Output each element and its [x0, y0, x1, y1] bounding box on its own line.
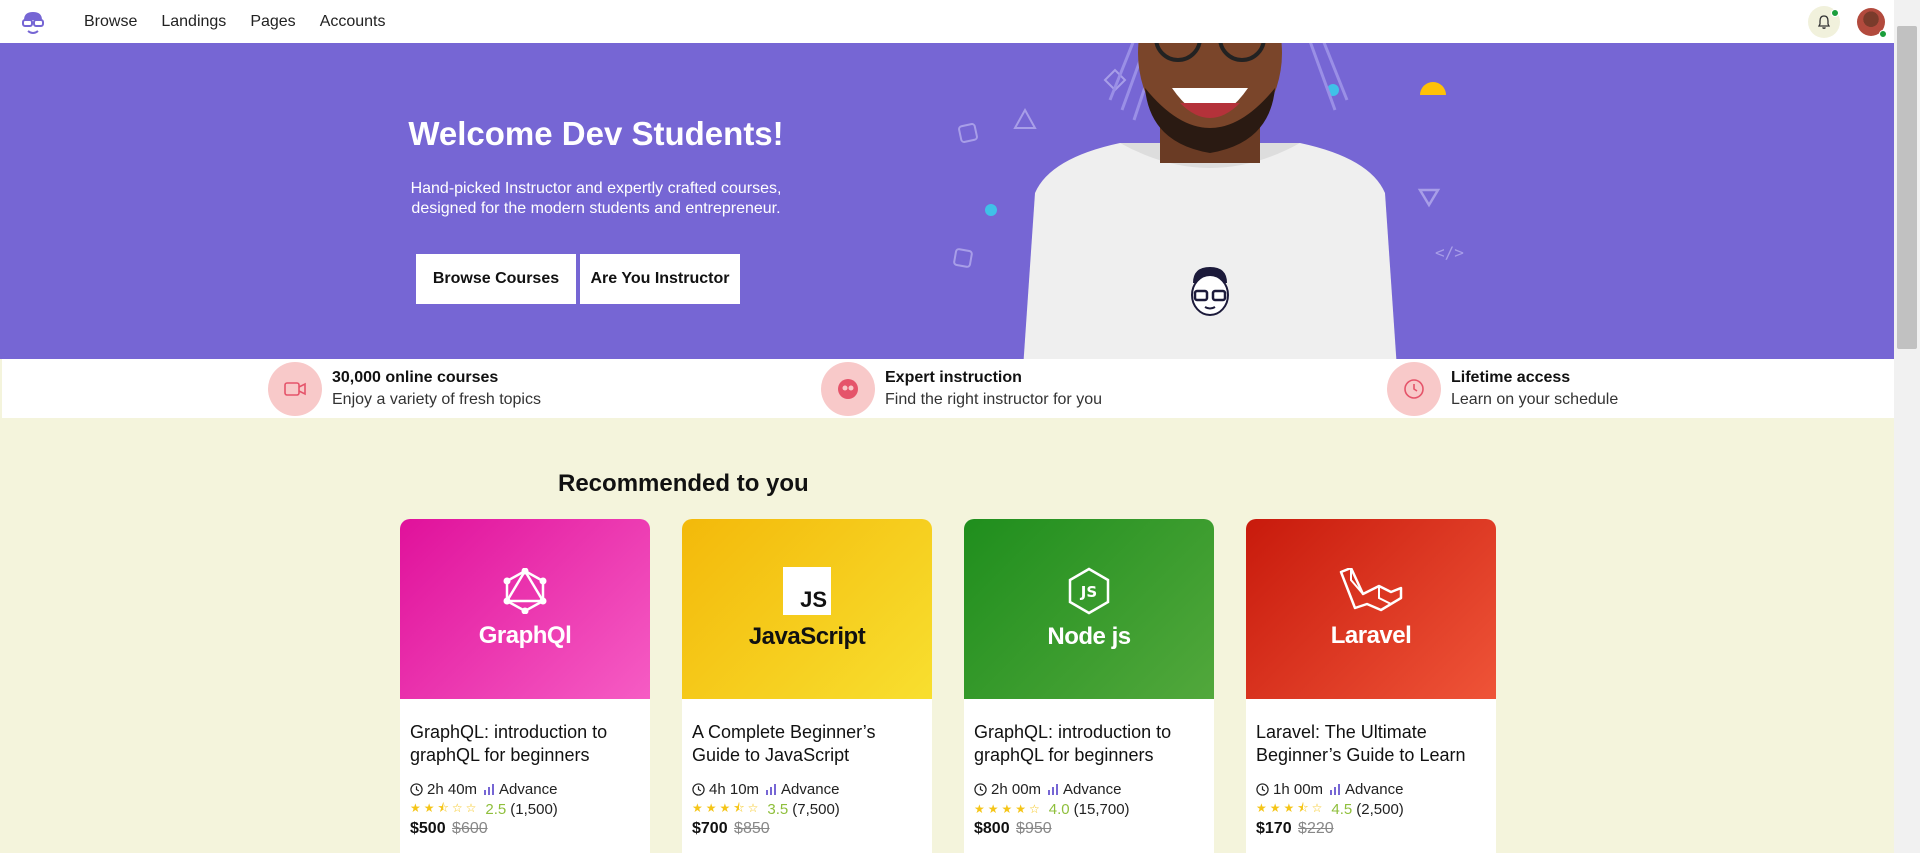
notification-button[interactable] [1808, 6, 1840, 38]
nav-browse[interactable]: Browse [84, 13, 137, 31]
svg-text:JS: JS [1080, 583, 1097, 601]
clock-icon [1256, 782, 1269, 796]
clock-icon [692, 782, 705, 796]
rating-count: (2,500) [1356, 800, 1404, 818]
rating-count: (1,500) [510, 800, 558, 818]
rating-count: (15,700) [1073, 800, 1130, 818]
course-logo-text: Node js [1047, 623, 1131, 650]
clock-icon [410, 782, 423, 796]
feature-item: Lifetime access Learn on your schedule [1387, 362, 1618, 416]
course-duration: 2h 00m [991, 780, 1042, 798]
online-status-dot [1879, 30, 1887, 38]
course-card[interactable]: GraphQl GraphQL: introduction to graphQL… [400, 519, 650, 853]
top-navbar: Browse Landings Pages Accounts [0, 0, 1894, 43]
hero-person-image [1023, 43, 1397, 359]
course-price: $500 [410, 820, 446, 837]
rating-stars: ★★★⯪☆ [692, 800, 762, 815]
users-icon [821, 362, 875, 416]
features-bar: 30,000 online courses Enjoy a variety of… [2, 359, 1894, 418]
course-level: Advance [1063, 780, 1122, 798]
rating-value: 2.5 [485, 800, 507, 818]
rating-count: (7,500) [792, 800, 840, 818]
logo-icon[interactable] [18, 8, 48, 38]
avatar[interactable] [1857, 8, 1887, 38]
feature-title: 30,000 online courses [332, 369, 499, 386]
course-old-price: $220 [1298, 820, 1334, 837]
feature-item: 30,000 online courses Enjoy a variety of… [268, 362, 541, 416]
feature-subtitle: Learn on your schedule [1451, 391, 1619, 408]
course-level: Advance [1345, 780, 1404, 798]
video-icon [268, 362, 322, 416]
course-old-price: $950 [1016, 820, 1052, 837]
rating-value: 3.5 [767, 800, 789, 818]
course-card-banner: JS Node js [964, 519, 1214, 699]
course-old-price: $850 [734, 820, 770, 837]
recommended-heading: Recommended to you [558, 470, 809, 497]
course-duration: 4h 10m [709, 780, 760, 798]
course-card[interactable]: JS JavaScript A Complete Beginner’s Guid… [682, 519, 932, 853]
course-title[interactable]: GraphQL: introduction to graphQL for beg… [974, 721, 1204, 771]
feature-item: Expert instruction Find the right instru… [821, 362, 1102, 416]
course-card[interactable]: Laravel Laravel: The Ultimate Beginner’s… [1246, 519, 1496, 853]
nav-landings[interactable]: Landings [161, 13, 226, 31]
course-card[interactable]: JS Node js GraphQL: introduction to grap… [964, 519, 1214, 853]
course-logo-text: Laravel [1330, 622, 1412, 649]
feature-subtitle: Find the right instructor for you [885, 391, 1102, 408]
graphql-logo-icon [503, 568, 547, 614]
browse-courses-button[interactable]: Browse Courses [416, 254, 576, 304]
course-card-banner: JS JavaScript [682, 519, 932, 699]
hero-subtitle: Hand-picked Instructor and expertly craf… [410, 180, 782, 217]
course-logo-text: JavaScript [748, 623, 866, 650]
course-price: $700 [692, 820, 728, 837]
clock-icon [974, 782, 987, 796]
course-title[interactable]: Laravel: The Ultimate Beginner’s Guide t… [1256, 721, 1486, 771]
javascript-logo-icon: JS [783, 567, 831, 615]
course-card-banner: Laravel [1246, 519, 1496, 699]
course-card-banner: GraphQl [400, 519, 650, 699]
course-price: $170 [1256, 820, 1292, 837]
course-old-price: $600 [452, 820, 488, 837]
course-title[interactable]: GraphQL: introduction to graphQL for beg… [410, 721, 640, 771]
are-you-instructor-button[interactable]: Are You Instructor [580, 254, 740, 304]
laravel-logo-icon [1339, 568, 1403, 612]
course-logo-text: GraphQl [478, 622, 572, 649]
level-bars-icon [484, 784, 495, 795]
course-level: Advance [499, 780, 558, 798]
course-duration: 2h 40m [427, 780, 478, 798]
notification-dot [1831, 9, 1839, 17]
rating-stars: ★★⯪☆☆ [410, 800, 480, 815]
course-level: Advance [781, 780, 840, 798]
feature-title: Expert instruction [885, 369, 1022, 386]
course-price: $800 [974, 820, 1010, 837]
clock-icon [1387, 362, 1441, 416]
nav-accounts[interactable]: Accounts [320, 13, 386, 31]
hero-title: Welcome Dev Students! [408, 115, 784, 152]
nodejs-logo-icon: JS [1068, 567, 1110, 615]
rating-stars: ★★★⯪☆ [1256, 800, 1326, 815]
bell-icon [1817, 15, 1831, 29]
level-bars-icon [766, 784, 777, 795]
rating-value: 4.0 [1048, 800, 1070, 818]
scrollbar-thumb[interactable] [1897, 26, 1917, 349]
course-duration: 1h 00m [1273, 780, 1324, 798]
hero-section: Welcome Dev Students! Hand-picked Instru… [0, 43, 1894, 359]
feature-subtitle: Enjoy a variety of fresh topics [332, 391, 541, 408]
level-bars-icon [1330, 784, 1341, 795]
course-title[interactable]: A Complete Beginner’s Guide to JavaScrip… [692, 721, 922, 771]
level-bars-icon [1048, 784, 1059, 795]
nav-links: Browse Landings Pages Accounts [84, 0, 386, 43]
nav-pages[interactable]: Pages [250, 13, 295, 31]
rating-stars: ★★★★☆ [974, 802, 1043, 816]
feature-title: Lifetime access [1451, 369, 1571, 386]
rating-value: 4.5 [1331, 800, 1353, 818]
